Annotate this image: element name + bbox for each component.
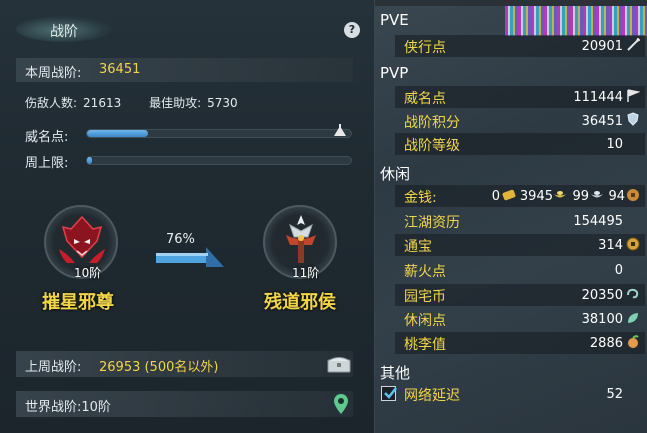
last-week-value: 26953 (500名以外)	[99, 360, 219, 375]
zhanjie-level-label: 战阶等级	[404, 138, 460, 154]
chest-icon[interactable]	[327, 355, 351, 373]
rank-progress-arrow-icon	[156, 247, 224, 267]
world-rank-label-text: 世界战阶:	[25, 400, 82, 415]
reputation-progress-fill	[87, 130, 148, 137]
zhanjie-points-label: 战阶积分	[404, 115, 460, 131]
world-rank-value: 10阶	[81, 400, 111, 415]
tongbao-value: 314	[598, 238, 623, 253]
weekly-cap-progress-fill	[87, 157, 93, 164]
last-week-row: 上周战阶: 26953 (500名以外)	[16, 351, 353, 377]
panel-header: 战阶	[0, 10, 375, 44]
last-week-label: 上周战阶:	[25, 360, 82, 375]
kills-value: 21613	[83, 96, 122, 110]
gold-ingot-icon	[502, 189, 516, 201]
zhanjie-level-value: 10	[606, 137, 623, 152]
xingxia-label: 侠行点	[404, 40, 446, 56]
money-value-b: 3945	[519, 189, 553, 204]
taoli-label: 桃李值	[404, 337, 446, 353]
gold-yuanbao-icon	[554, 191, 566, 198]
kills-label: 伤敌人数:	[25, 96, 78, 110]
money-value-c: 99	[572, 189, 589, 204]
trident-emblem-icon	[286, 215, 316, 263]
reputation-progress-bar	[86, 129, 352, 138]
rank-progress-percent: 76%	[166, 232, 195, 247]
stats-line: 伤敌人数: 21613 最佳助攻: 5730	[25, 94, 244, 111]
panel-title: 战阶	[50, 24, 78, 40]
tongbao-label: 通宝	[404, 239, 432, 255]
currency-panel: PVE 侠行点 20901 PVP 威名点 111444 战阶积分 36451 …	[375, 0, 647, 433]
shield-icon	[627, 112, 639, 126]
location-pin-icon[interactable]	[334, 394, 348, 414]
rank-panel: 战阶 ? 本周战阶: 36451 伤敌人数: 21613 最佳助攻: 5730 威名…	[0, 0, 375, 433]
assist-value: 5730	[207, 96, 238, 110]
next-rank-level: 11阶	[292, 266, 320, 280]
xinhuo-label: 薪火点	[404, 264, 446, 280]
taoli-value: 2886	[589, 336, 623, 351]
xiuxian-label: 休闲点	[404, 313, 446, 329]
checkmark-icon	[384, 387, 397, 399]
banner-icon	[627, 89, 640, 102]
demon-mask-icon	[59, 215, 105, 263]
weekly-cap-progress-bar	[86, 156, 352, 165]
network-latency-value: 52	[606, 387, 623, 402]
current-rank-level: 10阶	[74, 266, 102, 280]
section-other: 其他	[380, 364, 411, 382]
xiuxian-value: 38100	[581, 312, 623, 327]
copper-coin-icon	[627, 189, 639, 201]
assist-label: 最佳助攻:	[149, 96, 202, 110]
jianghu-value: 154495	[573, 214, 623, 229]
reputation-label: 威名点:	[25, 130, 69, 145]
silver-yuanbao-icon	[591, 191, 603, 198]
world-rank-label: 世界战阶:10阶	[25, 396, 111, 415]
money-label: 金钱:	[404, 190, 437, 206]
weekly-cap-label: 周上限:	[25, 156, 69, 171]
weiming-label: 威名点	[404, 91, 446, 107]
xinhuo-value: 0	[614, 263, 623, 278]
next-rank-name: 残道邪侯	[264, 292, 336, 313]
zhanjie-points-value: 36451	[581, 114, 623, 129]
help-button[interactable]: ?	[344, 22, 360, 38]
current-rank-name: 摧星邪尊	[42, 292, 114, 313]
money-value-d: 94	[608, 189, 625, 204]
sword-icon	[627, 38, 640, 51]
money-value-a: 0	[491, 189, 500, 204]
top-edge	[375, 0, 647, 6]
jianghu-label: 江湖资历	[404, 215, 460, 231]
yuanzhai-value: 20350	[581, 288, 623, 303]
weiming-value: 111444	[573, 90, 623, 105]
world-rank-row: 世界战阶:10阶	[16, 391, 353, 417]
network-latency-label: 网络延迟	[404, 388, 460, 404]
leaf-icon	[628, 313, 638, 323]
yuanzhai-swirl-icon	[627, 288, 639, 299]
peach-icon	[628, 335, 639, 348]
reputation-marker-icon	[334, 126, 346, 136]
xingxia-value: 20901	[581, 39, 623, 54]
network-latency-checkbox[interactable]	[381, 386, 397, 401]
week-score-row: 本周战阶: 36451	[16, 58, 353, 82]
section-leisure: 休闲	[380, 165, 411, 183]
week-score-value: 36451	[99, 62, 141, 77]
section-pve: PVE	[380, 11, 409, 29]
week-score-label: 本周战阶:	[25, 66, 82, 81]
tongbao-coin-icon	[626, 237, 640, 251]
section-pvp: PVP	[380, 64, 409, 82]
yuanzhai-label: 园宅币	[404, 289, 446, 305]
